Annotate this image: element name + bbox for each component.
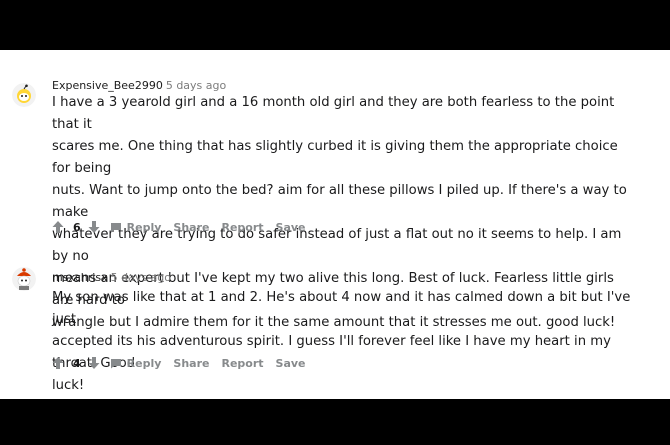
report-label: Report	[221, 356, 264, 370]
comment-line: I have a 3 yearold girl and a 16 month o…	[52, 95, 615, 132]
report-label: Report	[221, 220, 264, 234]
comment-actions: 6 Reply Share Report Save	[52, 218, 306, 236]
save-button[interactable]: Save	[276, 221, 306, 234]
report-button[interactable]: Report	[221, 357, 263, 370]
comment-line: scares me. One thing that has slightly c…	[52, 139, 618, 176]
upvote-arrow-icon[interactable]	[52, 356, 64, 370]
comment-bubble-icon	[110, 222, 122, 233]
timestamp[interactable]: 5 days ago	[111, 271, 171, 284]
comment-body: My son was like that at 1 and 2. He's ab…	[52, 287, 636, 397]
username[interactable]: Expensive_Bee2990	[52, 79, 163, 92]
vote-controls: 4	[52, 356, 100, 370]
timestamp[interactable]: 5 days ago	[166, 79, 226, 92]
share-button[interactable]: Share	[173, 221, 209, 234]
save-button[interactable]: Save	[276, 357, 306, 370]
comment-actions: 4 Reply Share Report Save	[52, 354, 306, 372]
vote-controls: 6	[52, 220, 100, 234]
downvote-arrow-icon[interactable]	[88, 356, 100, 370]
save-label: Save	[275, 220, 306, 234]
comment-meta: msxchrisx 5 days ago	[52, 271, 171, 284]
comment-line: My son was like that at 1 and 2. He's ab…	[52, 290, 631, 327]
comment-line: luck!	[52, 378, 85, 393]
report-button[interactable]: Report	[221, 221, 263, 234]
reply-label: Reply	[126, 356, 162, 370]
vote-score: 4	[73, 356, 81, 370]
reply-label: Reply	[126, 220, 162, 234]
downvote-arrow-icon[interactable]	[88, 220, 100, 234]
vote-score: 6	[73, 220, 81, 234]
save-label: Save	[275, 356, 306, 370]
comment-thread: Expensive_Bee2990 5 days ago I have a 3 y…	[0, 50, 670, 399]
reply-button[interactable]: Reply	[110, 356, 162, 370]
share-label: Share	[173, 220, 210, 234]
username[interactable]: msxchrisx	[52, 271, 108, 284]
share-label: Share	[173, 356, 210, 370]
comment-meta: Expensive_Bee2990 5 days ago	[52, 79, 226, 92]
share-button[interactable]: Share	[173, 357, 209, 370]
reply-button[interactable]: Reply	[110, 220, 162, 234]
comment-bubble-icon	[110, 358, 122, 369]
user-avatar-icon[interactable]	[12, 83, 36, 107]
upvote-arrow-icon[interactable]	[52, 220, 64, 234]
user-avatar-icon[interactable]	[12, 267, 36, 291]
